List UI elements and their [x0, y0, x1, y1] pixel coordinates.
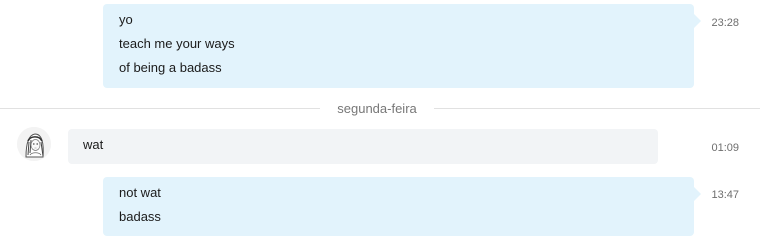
message-bubble-outgoing[interactable]: not wat badass	[103, 177, 701, 236]
message-timestamp: 13:47	[711, 189, 739, 201]
message-line: teach me your ways	[119, 36, 235, 51]
day-separator-label: segunda-feira	[320, 100, 434, 117]
message-bubble-outgoing[interactable]: yo teach me your ways of being a badass	[103, 4, 701, 88]
message-line: yo	[119, 12, 133, 27]
contact-avatar[interactable]	[17, 127, 51, 161]
message-line: not wat	[119, 185, 161, 200]
message-line: wat	[83, 137, 104, 152]
message-bubble-incoming[interactable]: wat	[68, 129, 658, 164]
message-timestamp: 23:28	[711, 17, 739, 29]
avatar-sketch-icon	[17, 127, 51, 161]
message-line: of being a badass	[119, 60, 222, 75]
message-line: badass	[119, 209, 161, 224]
chat-conversation: yo teach me your ways of being a badass …	[0, 0, 760, 244]
message-timestamp: 01:09	[711, 142, 739, 154]
